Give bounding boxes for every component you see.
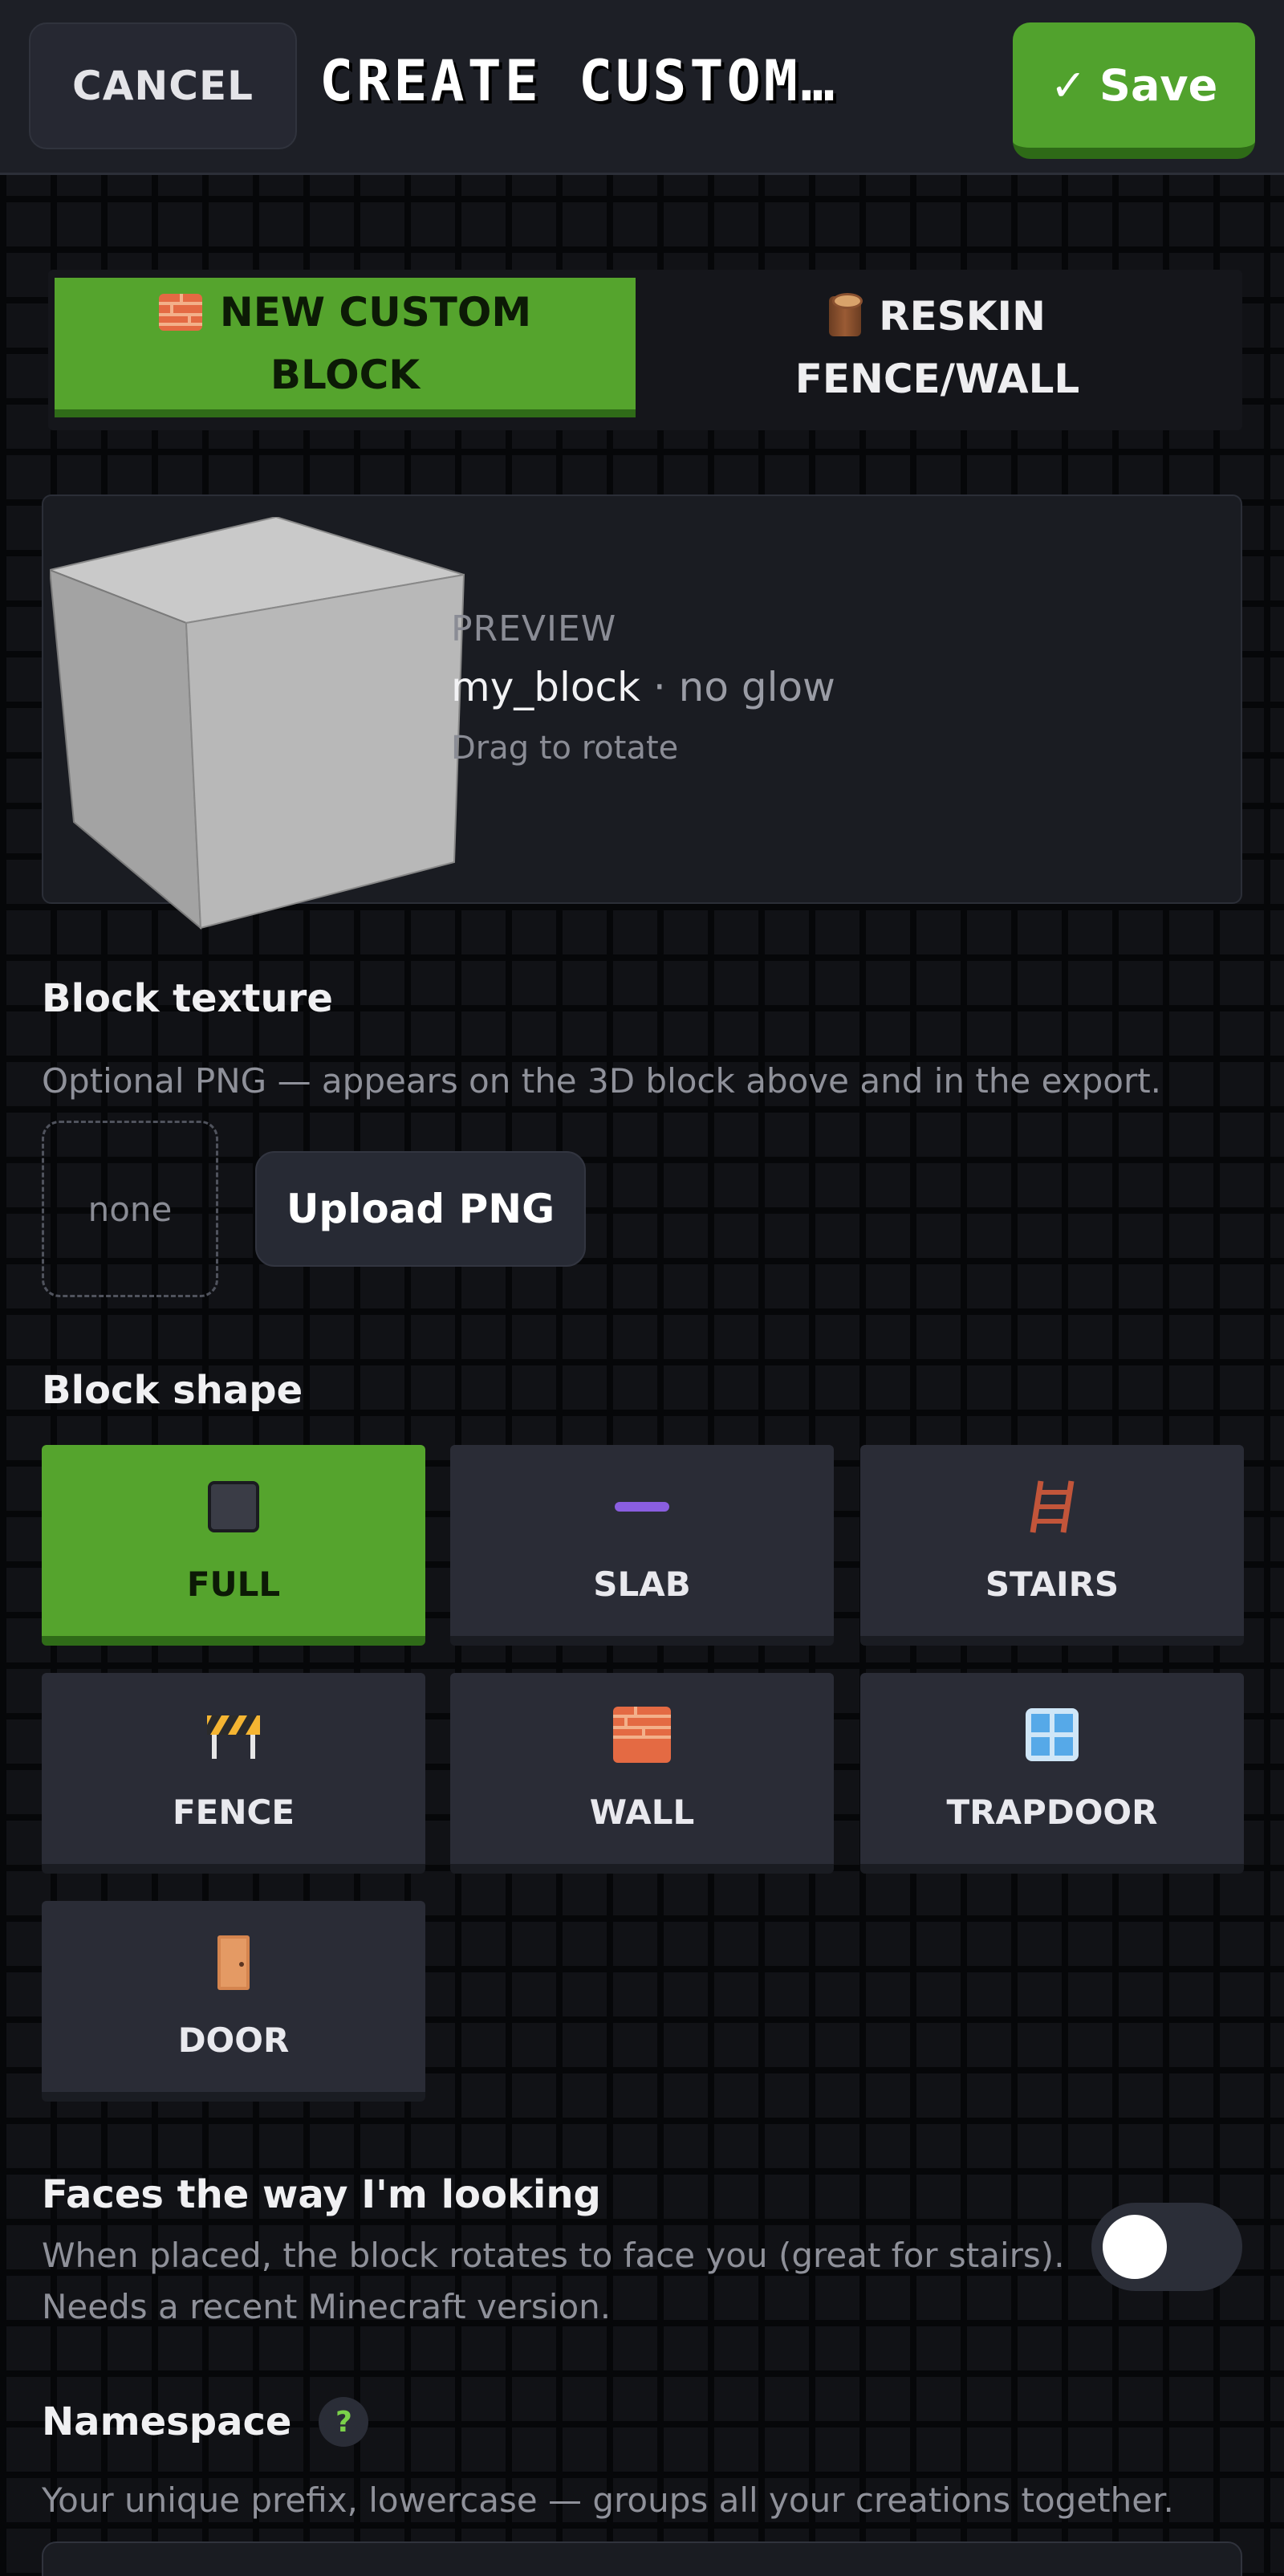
shape-label: FENCE <box>172 1792 295 1832</box>
barrier-icon <box>205 1706 262 1764</box>
top-bar: CANCEL CREATE CUSTOM… ✓ Save <box>0 0 1284 175</box>
preview-hint: Drag to rotate <box>451 730 679 767</box>
preview-label: PREVIEW <box>451 608 617 649</box>
tab-label: BLOCK <box>270 352 421 398</box>
page-title: CREATE CUSTOM… <box>319 48 839 114</box>
shape-section-title: Block shape <box>42 1368 303 1413</box>
shape-option-full[interactable]: FULL <box>42 1445 425 1646</box>
namespace-input[interactable] <box>42 2541 1242 2576</box>
cancel-button[interactable]: CANCEL <box>29 22 297 149</box>
namespace-label: Namespace <box>42 2399 292 2444</box>
mode-tabs: NEW CUSTOM BLOCK RESKIN FENCE/WALL <box>48 270 1242 430</box>
block-id: my_block <box>451 664 640 710</box>
toggle-knob <box>1103 2215 1167 2279</box>
facing-title: Faces the way I'm looking <box>42 2172 601 2217</box>
shape-option-slab[interactable]: SLAB <box>450 1445 834 1646</box>
shape-option-trapdoor[interactable]: TRAPDOOR <box>860 1673 1244 1874</box>
door-icon <box>205 1934 262 1992</box>
glow-status: · no glow <box>652 664 835 710</box>
shape-label: STAIRS <box>985 1564 1119 1604</box>
full-block-icon <box>205 1478 262 1536</box>
shape-option-door[interactable]: DOOR <box>42 1901 425 2102</box>
log-icon <box>829 293 863 336</box>
namespace-title: Namespace ? <box>42 2397 369 2447</box>
shape-label: DOOR <box>177 2020 290 2060</box>
save-label: Save <box>1099 59 1218 111</box>
preview-card: PREVIEW my_block · no glow Drag to rotat… <box>42 494 1242 930</box>
shape-option-stairs[interactable]: STAIRS <box>860 1445 1244 1646</box>
tab-label: NEW CUSTOM <box>219 289 532 336</box>
brick-icon <box>158 294 202 331</box>
save-button[interactable]: ✓ Save <box>1013 22 1255 159</box>
shape-label: SLAB <box>593 1564 691 1604</box>
facing-description: When placed, the block rotates to face y… <box>42 2230 1085 2333</box>
shape-label: TRAPDOOR <box>946 1792 1158 1832</box>
facing-toggle[interactable] <box>1091 2203 1242 2291</box>
window-icon <box>1023 1706 1081 1764</box>
upload-png-button[interactable]: Upload PNG <box>255 1151 586 1267</box>
shape-option-wall[interactable]: WALL <box>450 1673 834 1874</box>
tab-new-custom-block[interactable]: NEW CUSTOM BLOCK <box>55 278 636 417</box>
facing-description-line: When placed, the block rotates to face y… <box>42 2236 1065 2275</box>
texture-slot[interactable]: none <box>42 1121 218 1297</box>
texture-section-title: Block texture <box>42 976 333 1021</box>
tab-label: RESKIN <box>879 293 1046 340</box>
texture-description: Optional PNG — appears on the 3D block a… <box>42 1061 1162 1101</box>
shape-option-fence[interactable]: FENCE <box>42 1673 425 1874</box>
checkmark-icon: ✓ <box>1050 59 1087 111</box>
help-icon[interactable]: ? <box>319 2397 369 2447</box>
shape-label: WALL <box>589 1792 695 1832</box>
ladder-icon <box>1023 1478 1081 1536</box>
tab-label: FENCE/WALL <box>794 356 1080 402</box>
tab-reskin-fence-wall[interactable]: RESKIN FENCE/WALL <box>647 278 1228 417</box>
brick-icon <box>613 1706 671 1764</box>
preview-block-name: my_block · no glow <box>451 664 835 710</box>
namespace-description: Your unique prefix, lowercase — groups a… <box>42 2480 1174 2520</box>
shape-label: FULL <box>186 1564 281 1604</box>
texture-slot-text: none <box>87 1189 173 1229</box>
block-preview-3d[interactable] <box>50 517 483 934</box>
facing-description-line: Needs a recent Minecraft version. <box>42 2287 612 2326</box>
slab-icon <box>613 1478 671 1536</box>
